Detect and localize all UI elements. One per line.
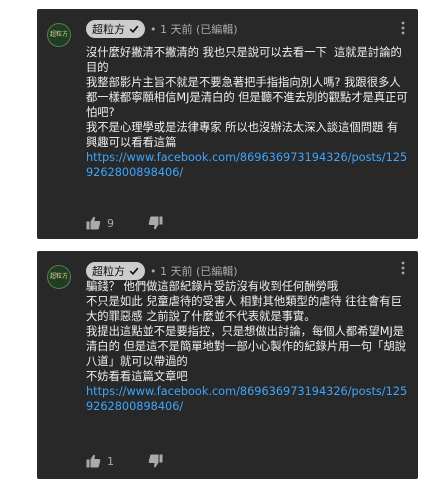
check-icon	[129, 24, 139, 34]
comment-time[interactable]: • 1 天前 (已編輯)	[150, 263, 238, 279]
comment-card: 超粒方 超粒方 • 1 天前 (已編輯) 騙錢？ 他們做這部紀錄片受訪沒有收到任…	[37, 251, 418, 479]
comment-link[interactable]: https://www.facebook.com/869636973194326…	[86, 151, 407, 179]
comment-paragraph: 我不是心理學或是法律專家 所以也沒辦法太深入談這個問題 有興趣可以看看這篇	[86, 121, 399, 149]
comment-text: 沒什麼好撇清不撇清的 我也只是說可以去看一下 這就是討論的目的 我整部影片主旨不…	[86, 45, 408, 180]
comment-actions: 9	[86, 215, 163, 231]
thumbs-up-icon	[86, 454, 101, 468]
thumbs-down-icon	[148, 216, 163, 230]
comment-header: 超粒方 • 1 天前 (已編輯)	[86, 20, 238, 38]
author-badge[interactable]: 超粒方	[86, 262, 145, 280]
thumbs-down-icon	[148, 454, 163, 468]
comment-paragraph: 不妨看看這篇文章吧	[86, 370, 188, 383]
comment-actions: 1	[86, 453, 163, 469]
like-count: 1	[107, 454, 114, 468]
like-button[interactable]: 9	[86, 216, 114, 230]
comment-link[interactable]: https://www.facebook.com/869636973194326…	[86, 385, 407, 413]
author-badge[interactable]: 超粒方	[86, 20, 145, 38]
comment-time[interactable]: • 1 天前 (已編輯)	[150, 21, 238, 37]
more-vertical-icon[interactable]	[397, 21, 409, 35]
comment-header: 超粒方 • 1 天前 (已編輯)	[86, 262, 238, 280]
comment-paragraph: 沒什麼好撇清不撇清的 我也只是說可以去看一下 這就是討論的目的	[86, 46, 402, 74]
more-vertical-icon[interactable]	[397, 261, 409, 275]
comment-paragraph: 我提出這點並不是要指控，只是想做出討論，每個人都希望MJ是清白的 但是這不是簡單…	[86, 325, 406, 368]
author-name[interactable]: 超粒方	[92, 21, 125, 37]
dislike-button[interactable]	[148, 216, 163, 230]
like-count: 9	[107, 216, 114, 230]
dislike-button[interactable]	[148, 454, 163, 468]
check-icon	[129, 266, 139, 276]
author-name[interactable]: 超粒方	[92, 263, 125, 279]
avatar[interactable]: 超粒方	[47, 23, 71, 47]
comment-paragraph: 我整部影片主旨不就是不要急著把手指指向別人嗎? 我跟很多人都一樣都寧願相信MJ是…	[86, 76, 408, 119]
avatar[interactable]: 超粒方	[47, 265, 71, 289]
comment-paragraph: 不只是如此 兒童虐待的受害人 相對其他類型的虐待 往往會有巨大的罪惡感 之前說了…	[86, 295, 402, 323]
comment-paragraph: 騙錢？ 他們做這部紀錄片受訪沒有收到任何酬勞哦	[86, 280, 339, 293]
comment-card: 超粒方 超粒方 • 1 天前 (已編輯) 沒什麼好撇清不撇清的 我也只是說可以去…	[37, 9, 418, 239]
comment-text: 騙錢？ 他們做這部紀錄片受訪沒有收到任何酬勞哦 不只是如此 兒童虐待的受害人 相…	[86, 279, 408, 414]
like-button[interactable]: 1	[86, 454, 114, 468]
thumbs-up-icon	[86, 216, 101, 230]
